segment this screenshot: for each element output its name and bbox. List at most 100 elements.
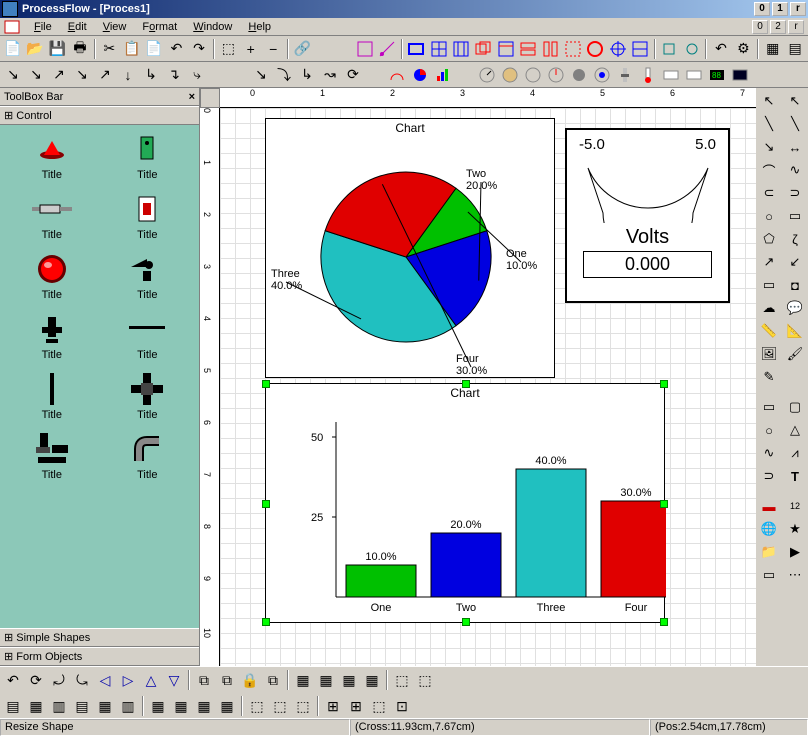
toolbox-item[interactable]: Title	[104, 133, 192, 181]
toolbox-item[interactable]: Title	[8, 373, 96, 421]
shape2-speech-icon[interactable]: 💬	[784, 297, 806, 319]
shape2-rect-icon[interactable]: ▭	[784, 205, 806, 227]
menu-view[interactable]: View	[95, 20, 135, 34]
mdi-restore-button[interactable]: 2	[770, 20, 786, 34]
gauge-display-icon[interactable]	[729, 64, 751, 86]
redo-icon[interactable]: ↷	[188, 38, 209, 60]
shape-roundrect-icon[interactable]: ▭	[758, 274, 780, 296]
resize-handle[interactable]	[262, 618, 270, 626]
shape2-pointer-icon[interactable]: ↖	[784, 90, 806, 112]
shape2-callout-icon[interactable]: ↙	[784, 251, 806, 273]
menu-format[interactable]: Format	[134, 20, 185, 34]
conn-9-icon[interactable]: ⤷	[186, 64, 208, 86]
bt2-distr-icon[interactable]: ▦	[193, 695, 215, 717]
shape-arrow-icon[interactable]: ↘	[758, 136, 780, 158]
cut-icon[interactable]: ✂	[99, 38, 120, 60]
toolbox-item[interactable]: Title	[104, 433, 192, 481]
mdi-minimize-button[interactable]: 0	[752, 20, 768, 34]
volt-gauge[interactable]: -5.0 5.0 Volts 0.000	[565, 128, 730, 303]
shape-globe-icon[interactable]: 🌐	[758, 518, 780, 540]
shape2-star-icon[interactable]: ★	[784, 518, 806, 540]
shape2-dots-icon[interactable]: ⋯	[784, 564, 806, 586]
bt-flip-icon[interactable]: ◁	[94, 669, 116, 691]
gauge-meter2-icon[interactable]	[683, 64, 705, 86]
shape-folder-icon[interactable]: 📁	[758, 541, 780, 563]
bt-flip2-icon[interactable]: ▷	[117, 669, 139, 691]
shape-connect-icon[interactable]: ↗	[758, 251, 780, 273]
zoom-fit-icon[interactable]: ⬚	[218, 38, 239, 60]
gauge-therm-icon[interactable]	[637, 64, 659, 86]
shape2-u-icon[interactable]: ⊃	[784, 182, 806, 204]
shape-pointer-icon[interactable]: ↖	[758, 90, 780, 112]
bt-back-icon[interactable]: ▦	[315, 669, 337, 691]
print-icon[interactable]: 🖶	[69, 38, 90, 60]
conn-5-icon[interactable]: ↗	[94, 64, 116, 86]
minimize-button[interactable]: 0	[754, 2, 770, 16]
bt2-center-icon[interactable]: ⊡	[391, 695, 413, 717]
gauge-knob-icon[interactable]	[568, 64, 590, 86]
bt2-space2-icon[interactable]: ⊞	[345, 695, 367, 717]
toolbox-item[interactable]: Title	[8, 193, 96, 241]
shape2-zigzag-icon[interactable]: ⩘	[784, 442, 806, 464]
shape2-2arrow-icon[interactable]: ↔	[784, 136, 806, 158]
conn-6-icon[interactable]: ↓	[117, 64, 139, 86]
menu-file[interactable]: File	[26, 20, 60, 34]
shape2-ruler-icon[interactable]: 📐	[784, 320, 806, 342]
gauge-dial2-icon[interactable]	[499, 64, 521, 86]
tool-select-icon[interactable]	[354, 38, 375, 60]
maximize-button[interactable]: 1	[772, 2, 788, 16]
toolbox-item[interactable]: Title	[104, 193, 192, 241]
bt2-space3-icon[interactable]: ⬚	[368, 695, 390, 717]
toolbox-section-simple[interactable]: ⊞ Simple Shapes	[0, 628, 199, 647]
bt-rot2-icon[interactable]: ⤿	[71, 669, 93, 691]
shape-flag-icon[interactable]: ▬	[758, 495, 780, 517]
conn-13-icon[interactable]: ↝	[319, 64, 341, 86]
mdi-close-button[interactable]: r	[788, 20, 804, 34]
tool-grid2-icon[interactable]	[450, 38, 471, 60]
toolbox-section-control[interactable]: ⊞ Control	[0, 106, 199, 125]
shape-arc2-icon[interactable]: ⊃	[758, 465, 780, 487]
tool-window-icon[interactable]	[495, 38, 516, 60]
shape2-freehand-icon[interactable]: ζ	[784, 228, 806, 250]
bt2-alignc-icon[interactable]: ▦	[25, 695, 47, 717]
bt-align1-icon[interactable]: ⬚	[391, 669, 413, 691]
bt-front-icon[interactable]: ▦	[292, 669, 314, 691]
conn-11-icon[interactable]: ⤵	[273, 64, 295, 86]
resize-handle[interactable]	[660, 618, 668, 626]
bt-rot1-icon[interactable]: ⤾	[48, 669, 70, 691]
tool-snap2-icon[interactable]	[681, 38, 702, 60]
toolbox-item[interactable]: Title	[8, 253, 96, 301]
conn-14-icon[interactable]: ⟳	[342, 64, 364, 86]
tool-grid3-icon[interactable]	[629, 38, 650, 60]
canvas[interactable]: Chart One10.0%Two20.0%Three40.0%Four30.0…	[220, 108, 756, 666]
shape2-text-icon[interactable]: T	[784, 465, 806, 487]
menu-edit[interactable]: Edit	[60, 20, 95, 34]
resize-handle[interactable]	[262, 500, 270, 508]
gauge-dial4-icon[interactable]	[545, 64, 567, 86]
shape-format-icon[interactable]: ✎	[758, 366, 780, 388]
gauge-disc-icon[interactable]	[591, 64, 613, 86]
shape-line-icon[interactable]: ╲	[758, 113, 780, 135]
gauge-dial1-icon[interactable]	[476, 64, 498, 86]
shape-image-icon[interactable]: 🖼	[758, 343, 780, 365]
bt2-alignr-icon[interactable]: ▥	[48, 695, 70, 717]
conn-12-icon[interactable]: ↳	[296, 64, 318, 86]
shape2-hline-icon[interactable]: ╲	[784, 113, 806, 135]
shape-rect2-icon[interactable]: ▭	[758, 396, 780, 418]
gauge-pie-icon[interactable]	[409, 64, 431, 86]
bt2-distc-icon[interactable]: ▦	[170, 695, 192, 717]
shape-arc-icon[interactable]: ⌒	[758, 159, 780, 181]
shape-curve-icon[interactable]: ⊂	[758, 182, 780, 204]
shape2-number-icon[interactable]: 12	[784, 495, 806, 517]
tool-settings-icon[interactable]: ⚙	[733, 38, 754, 60]
bt-group-icon[interactable]: ⧉	[193, 669, 215, 691]
toolbox-item[interactable]: Title	[8, 433, 96, 481]
toolbox-item[interactable]: Title	[104, 253, 192, 301]
toolbox-item[interactable]: Title	[8, 133, 96, 181]
bt2-sameh-icon[interactable]: ⬚	[269, 695, 291, 717]
paste-icon[interactable]: 📄	[143, 38, 164, 60]
tool-hsplit-icon[interactable]	[518, 38, 539, 60]
shape-measure-icon[interactable]: 📏	[758, 320, 780, 342]
bt2-alignt-icon[interactable]: ▤	[71, 695, 93, 717]
pie-chart[interactable]: Chart One10.0%Two20.0%Three40.0%Four30.0…	[265, 118, 555, 378]
